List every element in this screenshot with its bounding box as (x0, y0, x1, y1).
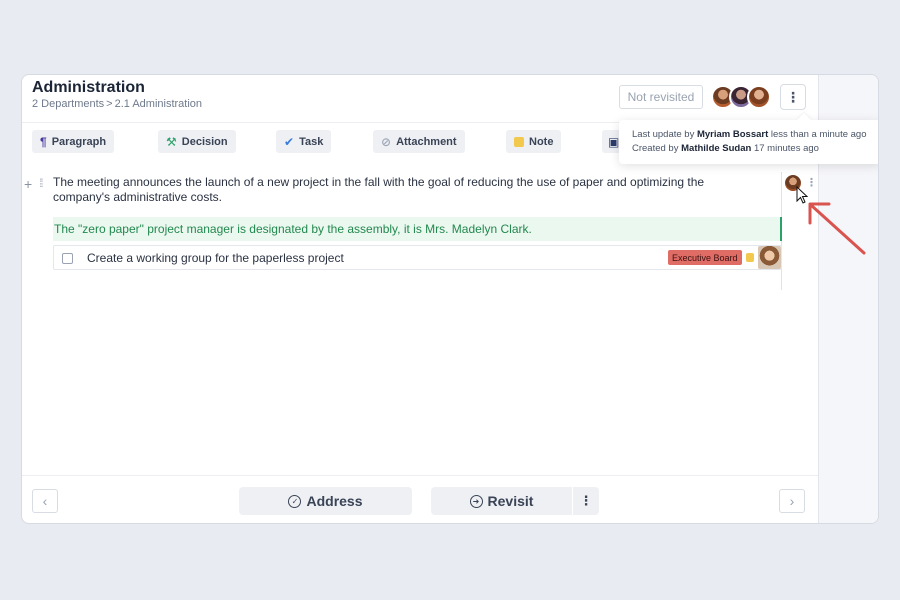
add-task-button[interactable]: ✔ Task (276, 130, 332, 153)
task-row[interactable]: Create a working group for the paperless… (53, 245, 782, 270)
task-check-icon: ✔ (284, 134, 295, 149)
decision-icon: ⚒ (166, 134, 177, 149)
add-paragraph-button[interactable]: ¶ Paragraph (32, 130, 115, 153)
check-circle-icon: ✓ (288, 494, 302, 508)
paragraph-text[interactable]: The meeting announces the launch of a ne… (53, 175, 753, 205)
note-label: Note (529, 135, 554, 148)
revisit-label: Revisit (487, 493, 534, 509)
tooltip-text: Created by (632, 143, 679, 154)
task-assignee-badge[interactable]: Executive Board (668, 250, 742, 265)
task-text[interactable]: Create a working group for the paperless… (87, 251, 344, 265)
tooltip-text: 17 minutes ago (753, 143, 819, 154)
page-title: Administration (32, 79, 145, 96)
attachment-label: Attachment (396, 135, 457, 148)
task-assignee-avatar[interactable] (758, 246, 781, 269)
history-tooltip: Last update by Myriam Bossart less than … (619, 120, 878, 164)
tooltip-text: less than a minute ago (770, 129, 867, 140)
attachment-icon: ⊘ (381, 134, 392, 149)
header-more-button[interactable]: ⋮ (780, 84, 806, 110)
task-label: Task (299, 135, 324, 148)
participants-avatars[interactable] (711, 85, 771, 109)
breadcrumb: 2 Departments >2.1 Administration (32, 98, 202, 110)
last-update-line: Last update by Myriam Bossart less than … (632, 128, 878, 142)
avatar[interactable] (747, 85, 771, 109)
status-badge: Not revisited (619, 85, 703, 109)
kebab-icon: ⋮ (579, 493, 593, 508)
paragraph-icon: ¶ (40, 134, 47, 149)
breadcrumb-administration[interactable]: 2.1 Administration (115, 98, 202, 110)
revisit-button[interactable]: ➜ Revisit (431, 487, 572, 515)
arrow-circle-icon: ➜ (469, 494, 483, 508)
address-button[interactable]: ✓ Address (239, 487, 412, 515)
add-decision-button[interactable]: ⚒ Decision (158, 130, 236, 153)
chevron-right-icon: › (789, 493, 795, 509)
divider (781, 270, 782, 290)
revisit-more-button[interactable]: ⋮ (573, 487, 599, 515)
meeting-window: Administration 2 Departments >2.1 Adminis… (21, 74, 879, 524)
decision-text[interactable]: The "zero paper" project manager is desi… (53, 217, 782, 241)
breadcrumb-separator: > (106, 98, 113, 110)
task-flag-icon (746, 253, 754, 262)
kebab-icon: ⋮ (786, 88, 800, 105)
created-by-line: Created by Mathilde Sudan 17 minutes ago (632, 142, 878, 156)
previous-button[interactable]: ‹ (32, 489, 58, 513)
annotation-arrow-icon (808, 202, 866, 255)
image-icon: ▣ (608, 134, 620, 149)
address-label: Address (306, 493, 363, 509)
breadcrumb-departments[interactable]: 2 Departments (32, 98, 104, 110)
plus-icon[interactable]: + (24, 176, 32, 192)
last-editor-name: Myriam Bossart (696, 129, 769, 140)
drag-handle-icon[interactable]: ⁞⁞ (39, 176, 43, 190)
footer-divider (22, 475, 818, 476)
next-button[interactable]: › (779, 489, 805, 513)
paragraph-label: Paragraph (51, 135, 107, 148)
note-icon (514, 136, 524, 147)
decision-label: Decision (181, 135, 228, 148)
tooltip-text: Last update by (632, 129, 695, 140)
chevron-left-icon: ‹ (42, 493, 48, 509)
creator-name: Mathilde Sudan (681, 143, 752, 154)
task-checkbox[interactable] (62, 253, 73, 264)
add-note-button[interactable]: Note (506, 130, 562, 153)
add-attachment-button[interactable]: ⊘ Attachment (373, 130, 465, 153)
